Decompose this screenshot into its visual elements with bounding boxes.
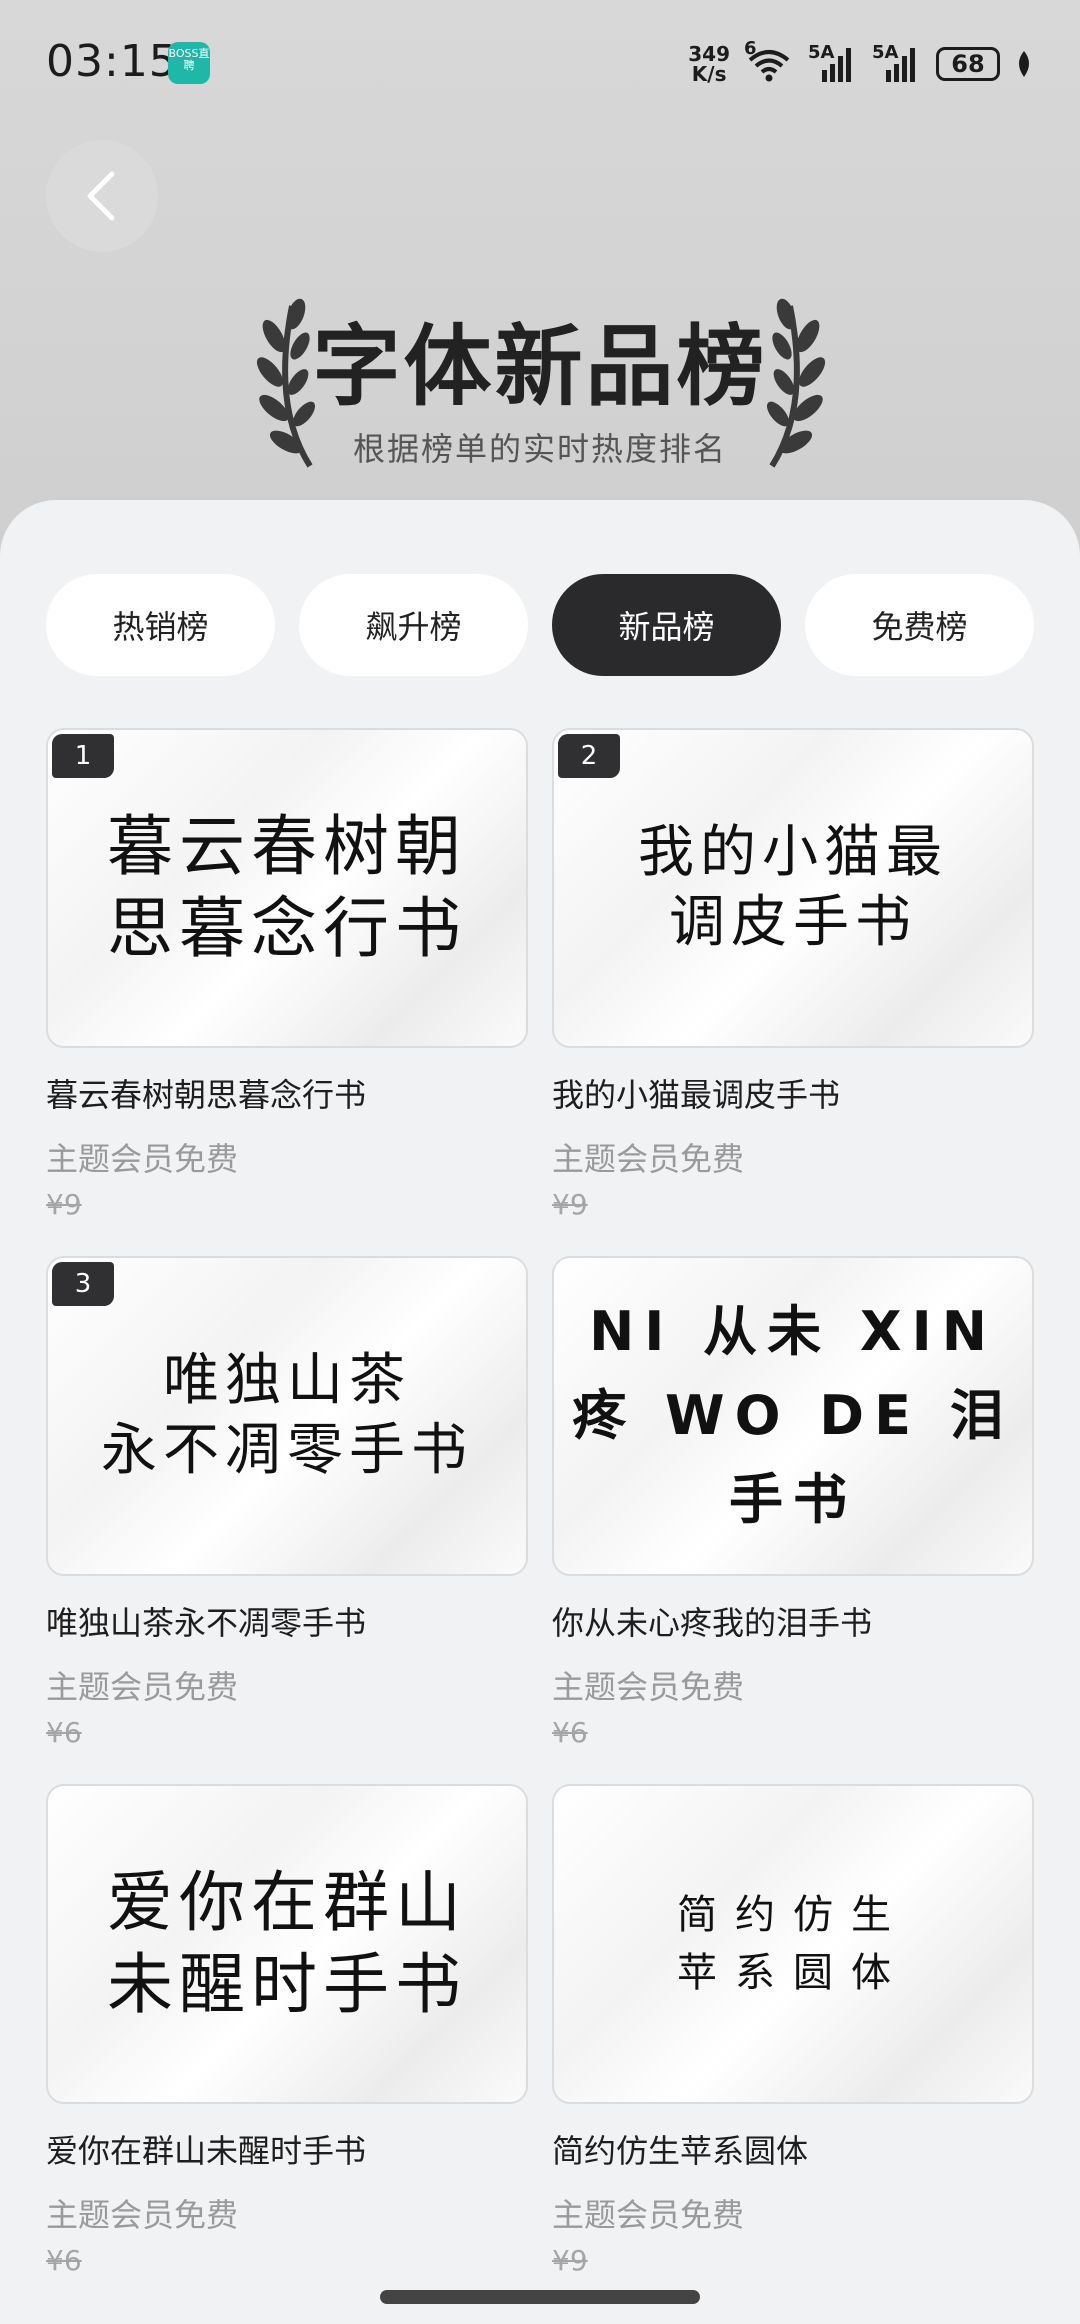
rank-badge: 2 [558, 734, 620, 778]
font-preview: 我的小猫最 调皮手书 [554, 730, 1032, 1046]
ranking-panel: 热销榜 飙升榜 新品榜 免费榜 暮云春树朝 思暮念行书 1 暮云春树朝思暮念行书… [0, 500, 1080, 2324]
original-price: ¥6 [46, 2244, 82, 2277]
preview-line: 爱你在群山 [107, 1864, 467, 1941]
signal-icon-sim1: 5A [808, 42, 858, 82]
font-name[interactable]: 简约仿生苹系圆体 [552, 2126, 1034, 2172]
preview-line: 简约仿生 [677, 1892, 909, 1938]
rank-badge: 1 [52, 734, 114, 778]
original-price: ¥6 [552, 1716, 588, 1749]
preview-line: 疼 WO DE 泪 [572, 1384, 1014, 1447]
tab-hot-sales[interactable]: 热销榜 [46, 574, 275, 676]
font-name[interactable]: 你从未心疼我的泪手书 [552, 1598, 1034, 1644]
preview-line: 我的小猫最 [638, 820, 948, 885]
font-card[interactable]: 暮云春树朝 思暮念行书 1 暮云春树朝思暮念行书 主题会员免费 ¥9 [46, 728, 528, 1221]
member-free-label: 主题会员免费 [46, 2196, 239, 2234]
tab-rising[interactable]: 飙升榜 [299, 574, 528, 676]
font-card[interactable]: 唯独山茶 永不凋零手书 3 唯独山茶永不凋零手书 主题会员免费 ¥6 [46, 1256, 528, 1749]
preview-line: 苹系圆体 [677, 1950, 909, 1996]
member-free-label: 主题会员免费 [46, 1668, 239, 1706]
wifi-icon: 6 [744, 38, 794, 84]
font-name[interactable]: 唯独山茶永不凋零手书 [46, 1598, 528, 1644]
font-name[interactable]: 暮云春树朝思暮念行书 [46, 1070, 528, 1116]
battery-icon: 68 [936, 47, 1000, 81]
original-price: ¥6 [46, 1716, 82, 1749]
wifi-label: 6 [744, 38, 757, 59]
net-speed-value: 349 [688, 42, 730, 66]
sim1-label: 5A [808, 42, 835, 63]
status-time: 03:15 [46, 36, 178, 87]
page-subtitle: 根据榜单的实时热度排名 [352, 430, 727, 468]
font-preview-image[interactable]: 暮云春树朝 思暮念行书 1 [46, 728, 528, 1048]
sim2-label: 5A [872, 42, 899, 63]
member-free-label: 主题会员免费 [46, 1140, 239, 1178]
net-speed: 349 K/s [688, 44, 730, 84]
tab-free[interactable]: 免费榜 [805, 574, 1034, 676]
preview-line: 永不凋零手书 [101, 1418, 473, 1483]
font-preview-image[interactable]: 唯独山茶 永不凋零手书 3 [46, 1256, 528, 1576]
rank-badge: 3 [52, 1262, 114, 1306]
font-card[interactable]: 简约仿生 苹系圆体 简约仿生苹系圆体 主题会员免费 ¥9 [552, 1784, 1034, 2277]
chevron-left-icon [87, 171, 115, 221]
font-preview: 暮云春树朝 思暮念行书 [48, 730, 526, 1046]
font-card[interactable]: NI 从未 XIN 疼 WO DE 泪 手书 你从未心疼我的泪手书 主题会员免费… [552, 1256, 1034, 1749]
font-preview-image[interactable]: 爱你在群山 未醒时手书 [46, 1784, 528, 2104]
status-indicators: 349 K/s 6 5A 5A 68 [688, 38, 1034, 88]
original-price: ¥9 [552, 2244, 588, 2277]
font-preview: NI 从未 XIN 疼 WO DE 泪 手书 [554, 1258, 1032, 1574]
boss-app-icon: BOSS直聘 [168, 42, 210, 84]
font-preview-image[interactable]: NI 从未 XIN 疼 WO DE 泪 手书 [552, 1256, 1034, 1576]
font-preview-image[interactable]: 简约仿生 苹系圆体 [552, 1784, 1034, 2104]
leaf-icon [1019, 51, 1029, 77]
status-bar: 03:15 BOSS直聘 349 K/s 6 5A 5A 68 [0, 0, 1080, 130]
original-price: ¥9 [552, 1188, 588, 1221]
net-speed-unit: K/s [691, 62, 727, 86]
preview-line: 未醒时手书 [107, 1946, 467, 2023]
preview-line: 唯独山茶 [163, 1348, 411, 1413]
preview-line: 思暮念行书 [107, 890, 467, 967]
header: 03:15 BOSS直聘 349 K/s 6 5A 5A 68 字体新品榜 根据… [0, 0, 1080, 560]
original-price: ¥9 [46, 1188, 82, 1221]
member-free-label: 主题会员免费 [552, 2196, 745, 2234]
member-free-label: 主题会员免费 [552, 1668, 745, 1706]
member-free-label: 主题会员免费 [552, 1140, 745, 1178]
font-preview: 简约仿生 苹系圆体 [554, 1786, 1032, 2102]
preview-line: 手书 [729, 1468, 857, 1531]
preview-line: 调皮手书 [669, 890, 917, 955]
font-name[interactable]: 我的小猫最调皮手书 [552, 1070, 1034, 1116]
font-card[interactable]: 爱你在群山 未醒时手书 爱你在群山未醒时手书 主题会员免费 ¥6 [46, 1784, 528, 2277]
font-preview-image[interactable]: 我的小猫最 调皮手书 2 [552, 728, 1034, 1048]
preview-line: 暮云春树朝 [107, 808, 467, 885]
font-name[interactable]: 爱你在群山未醒时手书 [46, 2126, 528, 2172]
page-title: 字体新品榜 [312, 315, 768, 418]
font-card[interactable]: 我的小猫最 调皮手书 2 我的小猫最调皮手书 主题会员免费 ¥9 [552, 728, 1034, 1221]
preview-line: NI 从未 XIN [589, 1300, 997, 1363]
ranking-tabs: 热销榜 飙升榜 新品榜 免费榜 [46, 574, 1034, 676]
tab-new[interactable]: 新品榜 [552, 574, 781, 676]
font-preview: 爱你在群山 未醒时手书 [48, 1786, 526, 2102]
signal-icon-sim2: 5A [872, 42, 922, 82]
home-indicator[interactable] [380, 2290, 700, 2304]
font-preview: 唯独山茶 永不凋零手书 [48, 1258, 526, 1574]
back-button[interactable] [46, 140, 158, 252]
